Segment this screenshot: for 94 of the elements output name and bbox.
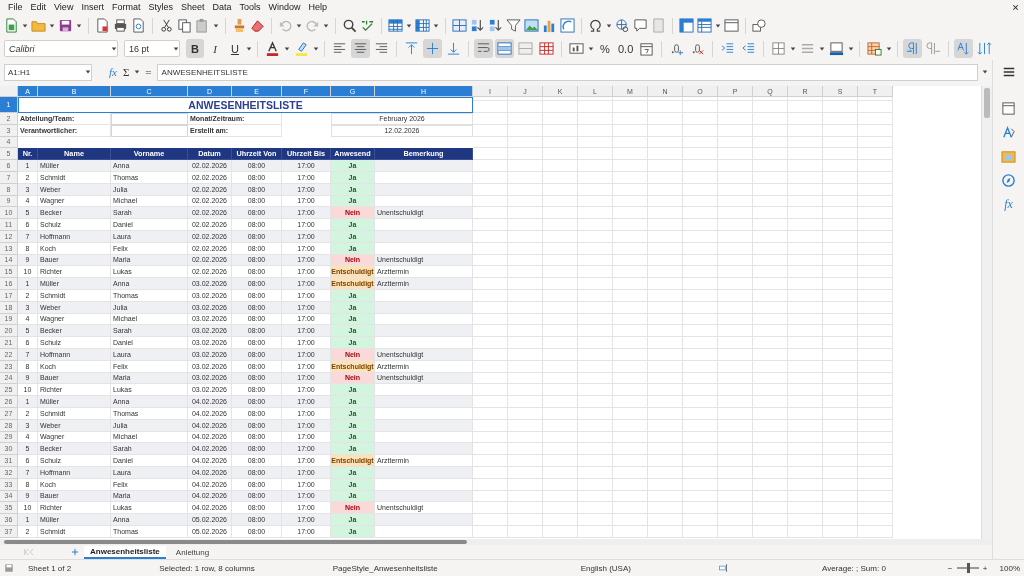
highlight-icon[interactable] [294, 41, 309, 56]
menu-item[interactable]: Tools [235, 2, 265, 12]
sheet-tab[interactable]: Anleitung [169, 545, 216, 559]
decimal-button[interactable]: 0.0 [616, 39, 636, 58]
date-icon[interactable] [639, 41, 655, 56]
align-top-icon[interactable] [404, 41, 419, 56]
print-preview-icon[interactable] [131, 18, 146, 33]
formula-input[interactable]: ANWESENHEITSLISTE [156, 63, 978, 81]
bold-button[interactable]: B [186, 39, 204, 58]
border-color-icon[interactable] [829, 41, 845, 56]
outdent-icon[interactable] [741, 41, 757, 56]
menu-item[interactable]: Sheet [176, 2, 209, 12]
document-icon[interactable] [95, 18, 110, 33]
paintbrush-icon[interactable] [232, 18, 247, 33]
page-style: PageStyle_Anwesenheitsliste [332, 563, 438, 573]
functions-button[interactable]: fx [1004, 197, 1013, 212]
clipboard-icon[interactable] [195, 18, 210, 33]
spellcheck-icon[interactable] [360, 18, 375, 33]
align-right-icon[interactable] [374, 41, 389, 56]
percent-button[interactable]: % [596, 39, 614, 58]
underline-button[interactable]: U [226, 39, 244, 58]
align-bottom-icon[interactable] [446, 41, 461, 56]
printer-icon[interactable] [113, 18, 128, 33]
horizontal-scrollbar[interactable] [0, 539, 992, 545]
input-field[interactable] [111, 113, 188, 125]
menu-icon[interactable] [1001, 65, 1016, 79]
menu-item[interactable]: Help [304, 2, 332, 12]
sheet-title: ANWESENHEITSLISTE [18, 97, 473, 113]
merge-cells-icon[interactable] [518, 41, 533, 56]
conditional-icon[interactable] [867, 41, 883, 56]
shapes-icon[interactable] [752, 18, 767, 33]
copy-icon[interactable] [177, 18, 192, 33]
italic-button[interactable]: I [206, 39, 224, 58]
add-decimal-icon[interactable] [669, 41, 685, 56]
formula-button[interactable]: = [144, 66, 153, 78]
language: English (USA) [580, 563, 631, 573]
menu-item[interactable]: Window [264, 2, 305, 12]
split-window-icon[interactable] [697, 18, 712, 33]
globe-link-icon[interactable] [615, 18, 630, 33]
text-vertical-icon[interactable] [977, 41, 993, 56]
image-icon[interactable] [524, 18, 539, 33]
eraser-icon[interactable] [250, 18, 265, 33]
search-icon[interactable] [342, 18, 357, 33]
filter-icon[interactable] [506, 18, 521, 33]
number-format-icon[interactable] [569, 41, 584, 56]
selection-info: Selected: 1 row, 8 columns [159, 563, 255, 573]
vertical-scrollbar[interactable] [981, 86, 992, 539]
menu-item[interactable]: File [4, 2, 27, 12]
close-icon[interactable] [1011, 2, 1020, 12]
table-header-icon[interactable] [452, 18, 467, 33]
sum-info: Average: ; Sum: 0 [821, 563, 886, 573]
function-wizard-button[interactable]: fx [108, 66, 118, 78]
table-columns-icon[interactable] [415, 18, 430, 33]
menu-item[interactable]: Styles [144, 2, 177, 12]
borders-icon[interactable] [771, 41, 787, 56]
font-size-field[interactable]: 16 pt [124, 40, 180, 57]
zoom-in-button[interactable]: + [982, 563, 988, 573]
compass-icon[interactable] [1001, 173, 1016, 188]
menu-item[interactable]: View [50, 2, 78, 12]
sort-descending-icon[interactable] [488, 18, 503, 33]
text-cursor-icon [718, 563, 729, 573]
zoom-out-button[interactable]: − [947, 563, 953, 573]
menu-item[interactable]: Insert [77, 2, 108, 12]
save-icon[interactable] [58, 18, 73, 33]
pivot-table-icon[interactable] [560, 18, 575, 33]
new-document-icon[interactable] [4, 18, 19, 33]
menu-item[interactable]: Edit [26, 2, 51, 12]
styles-icon[interactable] [1001, 125, 1016, 140]
font-name-field[interactable]: Calibri [4, 40, 118, 57]
freeze-panes-icon[interactable] [679, 18, 694, 33]
name-box[interactable]: A1:H1 [4, 63, 92, 81]
delete-decimal-icon[interactable] [690, 41, 706, 56]
omega-icon[interactable] [588, 18, 603, 33]
document-status-icon [4, 563, 14, 573]
comment-icon[interactable] [633, 18, 648, 33]
sum-button[interactable]: Σ [121, 66, 131, 78]
scissors-icon[interactable] [159, 18, 174, 33]
sort-ascending-icon[interactable] [470, 18, 485, 33]
indent-icon[interactable] [720, 41, 736, 56]
align-left-icon[interactable] [332, 41, 347, 56]
plus-icon[interactable] [70, 547, 80, 557]
zoom-level: 100% [999, 563, 1020, 573]
print-range-icon[interactable] [724, 18, 739, 33]
table-rows-icon[interactable] [388, 18, 403, 33]
bar-chart-icon[interactable] [542, 18, 557, 33]
zoom-slider-thumb[interactable] [966, 563, 970, 573]
sheet-count: Sheet 1 of 2 [28, 563, 72, 573]
menu-item[interactable]: Data [208, 2, 236, 12]
properties-icon[interactable] [1001, 101, 1016, 116]
menu-item[interactable]: Format [107, 2, 145, 12]
font-color-icon[interactable] [265, 41, 280, 56]
unmerge-cells-icon[interactable] [539, 41, 554, 56]
empty-cell-grid[interactable] [473, 97, 893, 538]
sheet-tab[interactable]: Anwesenheitsliste [84, 545, 166, 559]
